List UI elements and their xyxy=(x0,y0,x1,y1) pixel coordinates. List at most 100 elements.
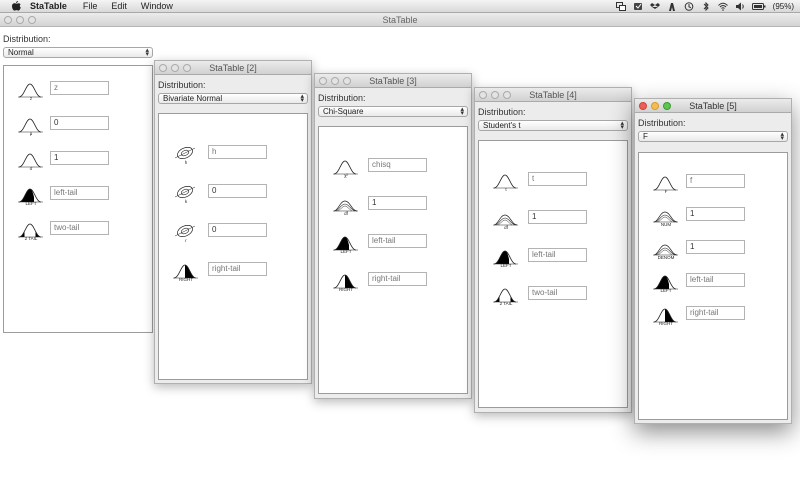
parameter-row: DENOM 1 xyxy=(639,239,787,261)
parameter-row: r0 xyxy=(159,222,307,244)
parameter-field[interactable]: 1 xyxy=(368,196,427,210)
time-machine-icon[interactable] xyxy=(684,1,694,11)
parameter-field[interactable]: 0 xyxy=(208,184,267,198)
icon-caption: df xyxy=(344,211,348,216)
menu-bar: StaTable File Edit Window (95%) xyxy=(0,0,800,13)
close-button[interactable] xyxy=(159,64,167,72)
file-menu[interactable]: File xyxy=(83,1,98,11)
battery-icon[interactable] xyxy=(751,2,766,11)
parameter-row: μ0 xyxy=(4,115,152,137)
distribution-label: Distribution: xyxy=(3,34,51,44)
bivariate-k-icon: k xyxy=(173,183,201,205)
select-arrows-icon: ▴ ▾ xyxy=(460,106,464,117)
parameter-row: LEFT left-tail xyxy=(319,233,467,255)
parameter-field[interactable]: two-tail xyxy=(528,286,587,300)
bivariate-r-icon: r xyxy=(173,222,201,244)
distribution-select[interactable]: F ▴ ▾ xyxy=(638,131,788,142)
distribution-select-value: Normal xyxy=(8,48,34,57)
close-button[interactable] xyxy=(479,91,487,99)
parameters-panel: z z μ 0 σ 1 LEFT left-tail 2 TAIL two-tail xyxy=(3,65,153,333)
parameter-field[interactable]: chisq xyxy=(368,158,427,172)
edit-menu[interactable]: Edit xyxy=(111,1,127,11)
left-tail-icon: LEFT xyxy=(493,247,521,269)
select-arrows-icon: ▴ ▾ xyxy=(145,47,149,58)
parameter-row: RIGHT right-tail xyxy=(319,271,467,293)
parameters-panel: t t df 1 LEFT left-tail 2 TAIL two-tail xyxy=(478,140,628,408)
icon-caption: NUM xyxy=(660,222,672,227)
window-titlebar[interactable]: StaTable [4] xyxy=(475,88,631,102)
close-button[interactable] xyxy=(319,77,327,85)
parameter-row: tt xyxy=(479,171,627,193)
distribution-label: Distribution: xyxy=(638,118,686,128)
minimize-button[interactable] xyxy=(171,64,179,72)
minimize-button[interactable] xyxy=(331,77,339,85)
parameter-field[interactable]: left-tail xyxy=(528,248,587,262)
icon-caption: h xyxy=(184,160,188,165)
parameter-field[interactable]: 1 xyxy=(50,151,109,165)
zoom-button[interactable] xyxy=(503,91,511,99)
icon-caption: μ xyxy=(29,131,33,136)
window-controls xyxy=(479,91,511,99)
app-menu[interactable]: StaTable xyxy=(30,1,67,11)
icon-caption: RIGHT xyxy=(179,277,193,282)
main-window-title: StaTable xyxy=(382,15,418,25)
minimize-button[interactable] xyxy=(651,102,659,110)
parameter-field[interactable]: 1 xyxy=(686,207,745,221)
icon-caption: 2 TAIL xyxy=(24,236,38,241)
parameter-field[interactable]: two-tail xyxy=(50,221,109,235)
parameter-field[interactable]: 0 xyxy=(50,116,109,130)
zoom-button[interactable] xyxy=(343,77,351,85)
volume-icon[interactable] xyxy=(735,2,745,11)
zoom-button[interactable] xyxy=(183,64,191,72)
dropbox-icon[interactable] xyxy=(649,2,660,11)
minimize-button[interactable] xyxy=(491,91,499,99)
minimize-button[interactable] xyxy=(16,16,24,24)
parameter-field[interactable]: 1 xyxy=(686,240,745,254)
icon-caption: LEFT xyxy=(660,288,672,293)
close-button[interactable] xyxy=(4,16,12,24)
parameter-field[interactable]: 1 xyxy=(528,210,587,224)
distribution-select[interactable]: Student's t ▴ ▾ xyxy=(478,120,628,131)
zoom-button[interactable] xyxy=(663,102,671,110)
apple-menu-icon[interactable] xyxy=(10,1,22,11)
distribution-select[interactable]: Chi-Square ▴ ▾ xyxy=(318,106,468,117)
alfred-icon[interactable] xyxy=(667,2,677,11)
window-titlebar[interactable]: StaTable [2] xyxy=(155,61,311,75)
parameter-field[interactable]: f xyxy=(686,174,745,188)
window-menu[interactable]: Window xyxy=(141,1,173,11)
parameter-field[interactable]: right-tail xyxy=(686,306,745,320)
parameter-field[interactable]: left-tail xyxy=(50,186,109,200)
bluetooth-icon[interactable] xyxy=(701,1,711,11)
bivariate-h-icon: h xyxy=(173,144,201,166)
status-area: (95%) xyxy=(615,1,800,11)
window-titlebar[interactable]: StaTable [5] xyxy=(635,99,791,113)
parameter-field[interactable]: right-tail xyxy=(368,272,427,286)
parameter-field[interactable]: h xyxy=(208,145,267,159)
distribution-select[interactable]: Bivariate Normal ▴ ▾ xyxy=(158,93,308,104)
parameter-field[interactable]: left-tail xyxy=(686,273,745,287)
window-title: StaTable [4] xyxy=(529,90,577,100)
zoom-button[interactable] xyxy=(28,16,36,24)
parameter-field[interactable]: z xyxy=(50,81,109,95)
icon-caption: DENOM xyxy=(657,255,675,260)
icon-caption: RIGHT xyxy=(339,287,353,292)
evernote-icon[interactable] xyxy=(633,2,643,11)
close-button[interactable] xyxy=(639,102,647,110)
window-titlebar[interactable]: StaTable [3] xyxy=(315,74,471,88)
f-icon: F xyxy=(653,173,681,195)
parameter-field[interactable]: t xyxy=(528,172,587,186)
window-controls xyxy=(159,64,191,72)
icon-caption: σ xyxy=(29,166,33,171)
df-icon: df xyxy=(493,209,521,231)
distribution-select[interactable]: Normal ▴ ▾ xyxy=(3,47,153,58)
window-students-t: StaTable [4] Distribution: Student's t ▴… xyxy=(474,87,632,413)
parameter-field[interactable]: right-tail xyxy=(208,262,267,276)
wifi-icon[interactable] xyxy=(717,2,728,11)
parameter-field[interactable]: 0 xyxy=(208,223,267,237)
parameter-row: LEFT left-tail xyxy=(479,247,627,269)
window-title: StaTable [2] xyxy=(209,63,257,73)
df-denom-icon: DENOM xyxy=(653,239,681,261)
screen-mirror-icon[interactable] xyxy=(615,1,626,11)
parameter-field[interactable]: left-tail xyxy=(368,234,427,248)
icon-caption: RIGHT xyxy=(659,321,673,326)
